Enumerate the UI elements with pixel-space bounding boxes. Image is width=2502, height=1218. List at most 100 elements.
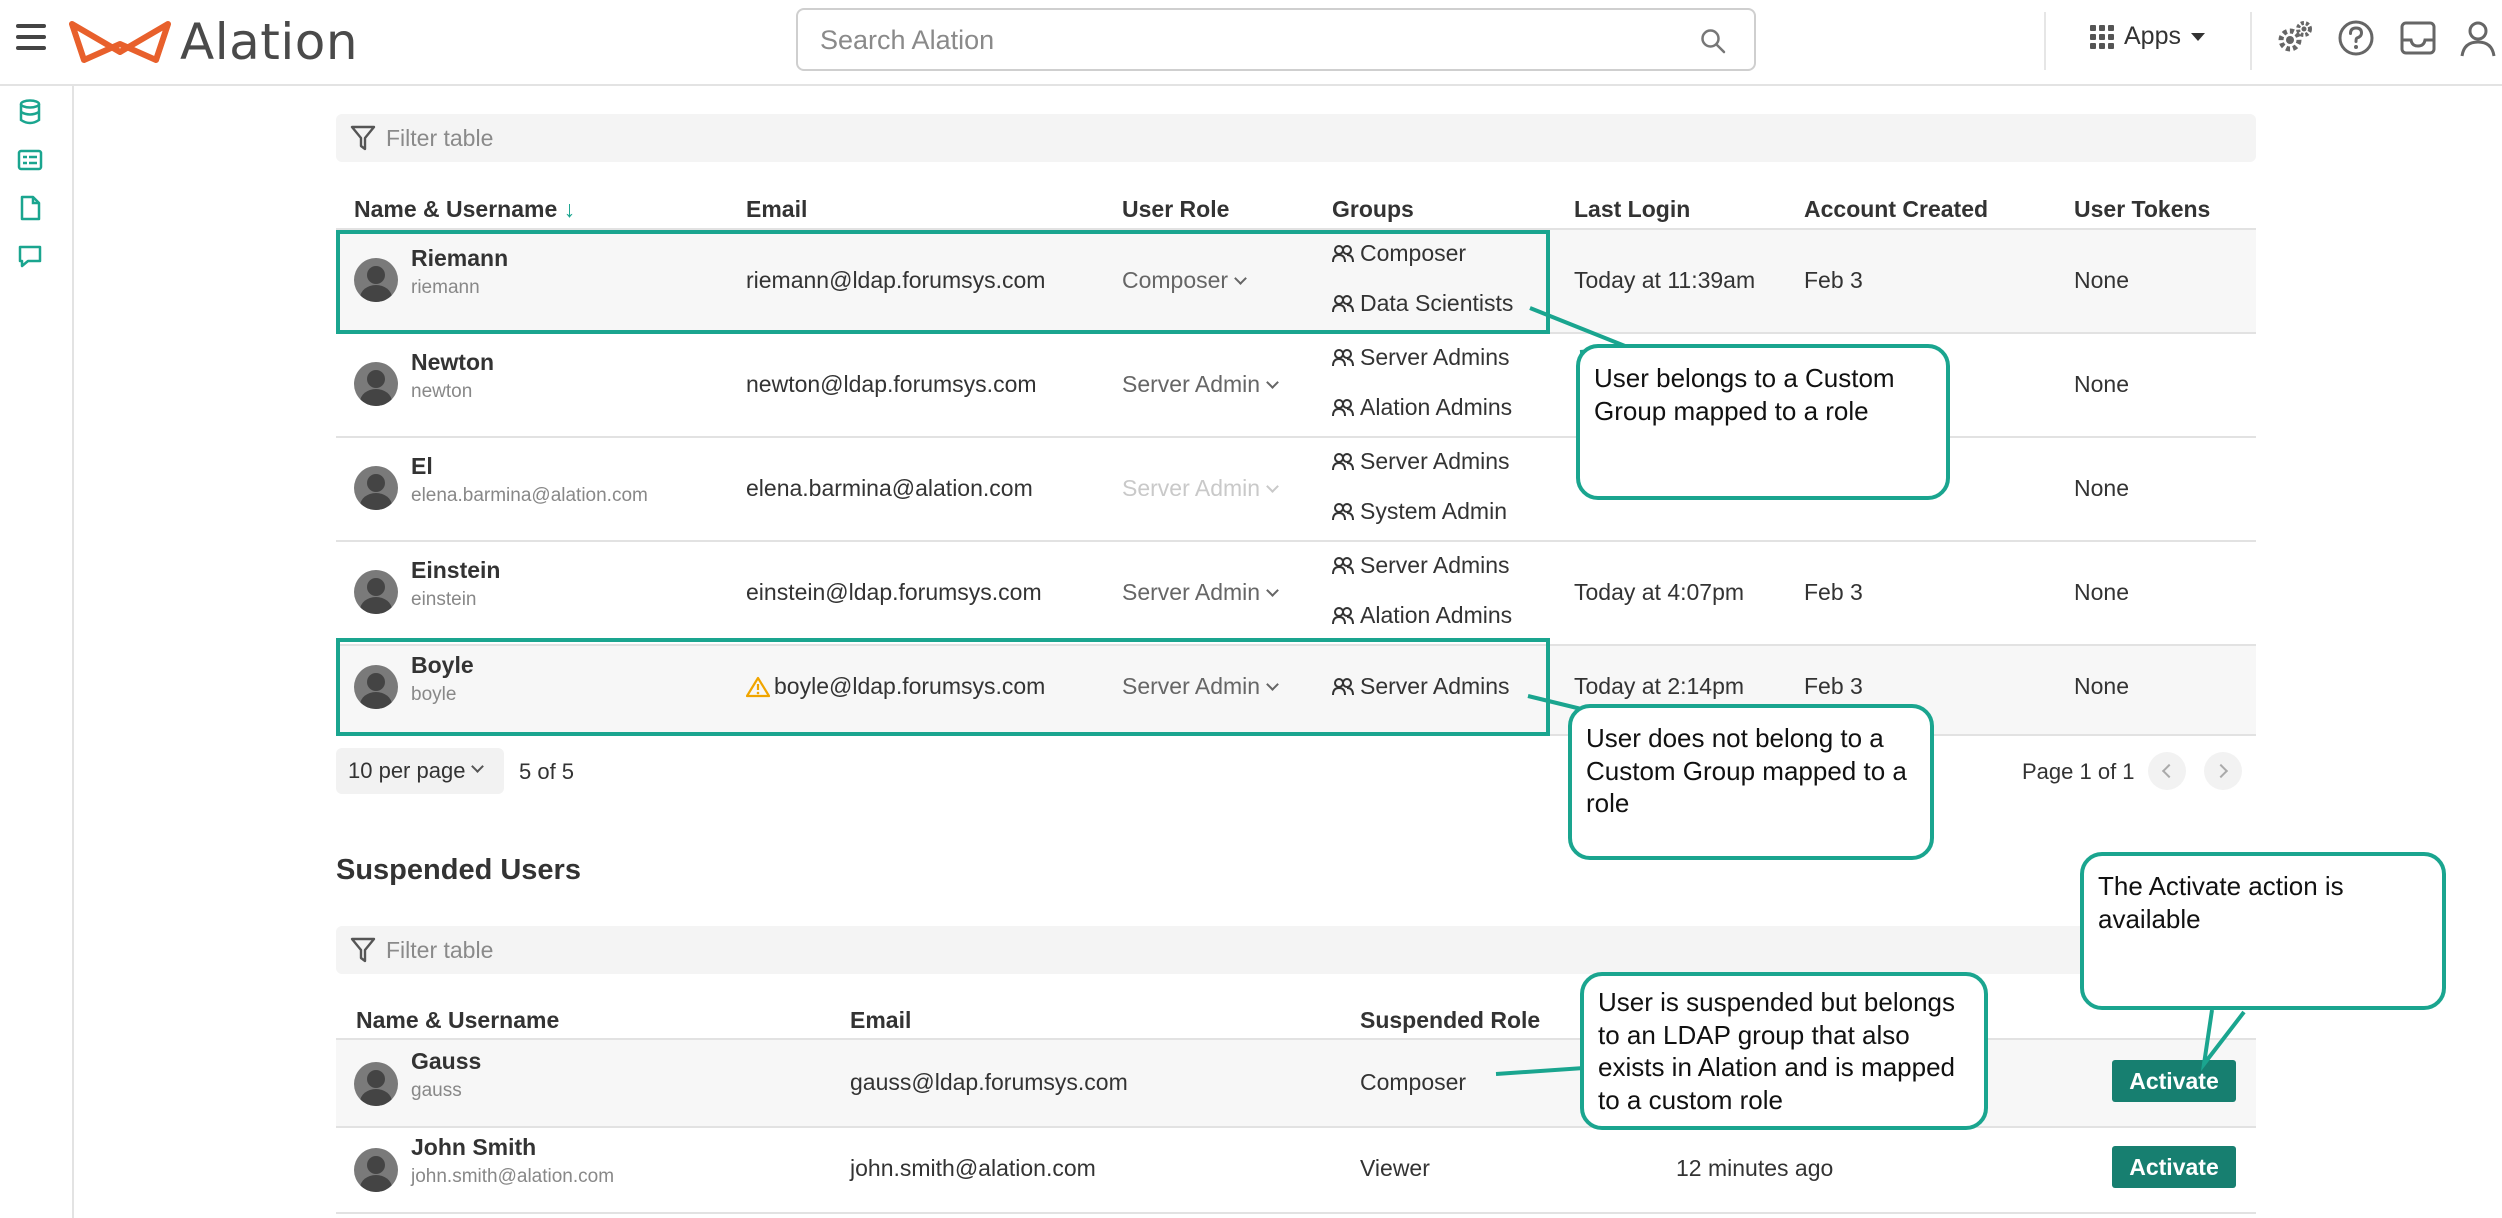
group-icon: [1332, 398, 1354, 416]
group-tag: Alation Admins: [1332, 394, 1512, 421]
alation-logo[interactable]: Alation: [68, 13, 359, 71]
user-email: john.smith@alation.com: [850, 1155, 1096, 1181]
divider: [2250, 12, 2252, 70]
user-name[interactable]: Newton: [411, 349, 494, 376]
column-header-name-label: Name & Username: [354, 196, 558, 222]
user-username: newton: [411, 381, 473, 402]
apps-menu-button[interactable]: Apps: [2090, 22, 2205, 51]
user-username: einstein: [411, 589, 477, 610]
apps-grid-icon: [2090, 24, 2114, 49]
callout-activate-available: The Activate action is available: [2080, 852, 2446, 1010]
group-name: Server Admins: [1360, 448, 1510, 474]
user-name[interactable]: El: [411, 453, 433, 480]
role-dropdown-disabled: Server Admin: [1122, 475, 1279, 502]
users-filter[interactable]: [336, 114, 2256, 162]
column-header-suspended-role[interactable]: Suspended Role: [1360, 1007, 1540, 1034]
divider: [336, 540, 2256, 542]
divider: [336, 436, 2256, 438]
group-name: Alation Admins: [1360, 602, 1513, 628]
divider: [2044, 12, 2046, 70]
user-name[interactable]: Gauss: [411, 1048, 481, 1075]
user-username: john.smith@alation.com: [411, 1166, 615, 1187]
group-name: Alation Admins: [1360, 394, 1513, 420]
suspended-filter[interactable]: [336, 926, 2256, 974]
avatar: [354, 1148, 398, 1192]
activate-button[interactable]: Activate: [2112, 1060, 2236, 1102]
column-header-user-tokens[interactable]: User Tokens: [2074, 196, 2210, 223]
highlight-box-boyle: [336, 638, 1550, 736]
user-tokens: None: [2074, 579, 2129, 605]
catalog-icon[interactable]: [16, 146, 44, 174]
help-icon[interactable]: [2336, 18, 2376, 58]
group-icon: [1332, 606, 1354, 624]
group-tag: Server Admins: [1332, 552, 1510, 579]
user-username: elena.barmina@alation.com: [411, 485, 648, 506]
last-login: Today at 4:07pm: [1574, 579, 1745, 605]
top-bar: Alation Apps: [0, 0, 2502, 86]
user-tokens: None: [2074, 371, 2129, 397]
user-icon[interactable]: [2458, 18, 2498, 58]
next-page-button[interactable]: [2204, 752, 2242, 790]
avatar: [354, 466, 398, 510]
avatar: [354, 362, 398, 406]
group-tag: Server Admins: [1332, 448, 1510, 475]
role-value: Server Admin: [1122, 371, 1261, 397]
column-header-role[interactable]: User Role: [1122, 196, 1229, 223]
account-created: Feb 3: [1804, 267, 1863, 293]
users-filter-input[interactable]: [386, 122, 986, 154]
suspended-filter-input[interactable]: [386, 934, 986, 966]
callout-suspended-ldap: User is suspended but belongs to an LDAP…: [1580, 972, 1988, 1130]
role-value: Server Admin: [1122, 475, 1261, 501]
group-icon: [1332, 452, 1354, 470]
inbox-icon[interactable]: [2398, 18, 2438, 58]
user-name[interactable]: Einstein: [411, 557, 500, 584]
role-dropdown[interactable]: Server Admin: [1122, 579, 1279, 606]
column-header-name[interactable]: Name & Username ↓: [354, 196, 575, 223]
suspended-role: Composer: [1360, 1069, 1467, 1095]
caret-down-icon: [2190, 32, 2205, 41]
last-login: Today at 11:39am: [1574, 267, 1756, 293]
group-icon: [1332, 556, 1354, 574]
group-icon: [1332, 502, 1354, 520]
search-icon[interactable]: [1700, 28, 1726, 54]
group-tag: Server Admins: [1332, 344, 1510, 371]
activate-button[interactable]: Activate: [2112, 1146, 2236, 1188]
apps-label: Apps: [2124, 22, 2181, 50]
per-page-select[interactable]: 10 per page: [336, 748, 504, 794]
user-name[interactable]: John Smith: [411, 1134, 536, 1161]
search-box[interactable]: [796, 8, 1756, 71]
user-username: gauss: [411, 1080, 462, 1101]
page-indicator: Page 1 of 1: [2022, 759, 2135, 784]
suspended-users-title: Suspended Users: [336, 854, 581, 886]
column-header-last-login[interactable]: Last Login: [1574, 196, 1690, 223]
column-header-groups[interactable]: Groups: [1332, 196, 1414, 223]
column-header-name[interactable]: Name & Username: [356, 1007, 559, 1034]
column-header-email[interactable]: Email: [850, 1007, 911, 1034]
role-dropdown[interactable]: Server Admin: [1122, 371, 1279, 398]
conversation-icon[interactable]: [16, 242, 44, 270]
group-name: Server Admins: [1360, 344, 1510, 370]
group-name: System Admin: [1360, 498, 1507, 524]
column-header-email[interactable]: Email: [746, 196, 807, 223]
previous-page-button[interactable]: [2148, 752, 2186, 790]
avatar: [354, 570, 398, 614]
callout-no-custom-group: User does not belong to a Custom Group m…: [1568, 704, 1934, 860]
settings-icon[interactable]: [2274, 18, 2314, 58]
alation-logo-mark: [69, 21, 171, 63]
group-tag: Alation Admins: [1332, 602, 1512, 629]
role-value: Server Admin: [1122, 579, 1261, 605]
account-created: Feb 3: [1804, 579, 1863, 605]
document-icon[interactable]: [16, 194, 44, 222]
divider: [336, 1212, 2256, 1214]
logo-text: Alation: [180, 13, 359, 71]
filter-icon: [350, 937, 376, 963]
chevron-down-icon: [1266, 480, 1279, 493]
database-icon[interactable]: [16, 98, 44, 126]
group-icon: [1332, 348, 1354, 366]
sort-arrow-icon: ↓: [563, 196, 576, 222]
avatar: [354, 1062, 398, 1106]
result-count: 5 of 5: [519, 759, 575, 784]
column-header-account-created[interactable]: Account Created: [1804, 196, 1988, 223]
menu-icon[interactable]: [16, 24, 46, 50]
search-input[interactable]: [820, 20, 1680, 60]
